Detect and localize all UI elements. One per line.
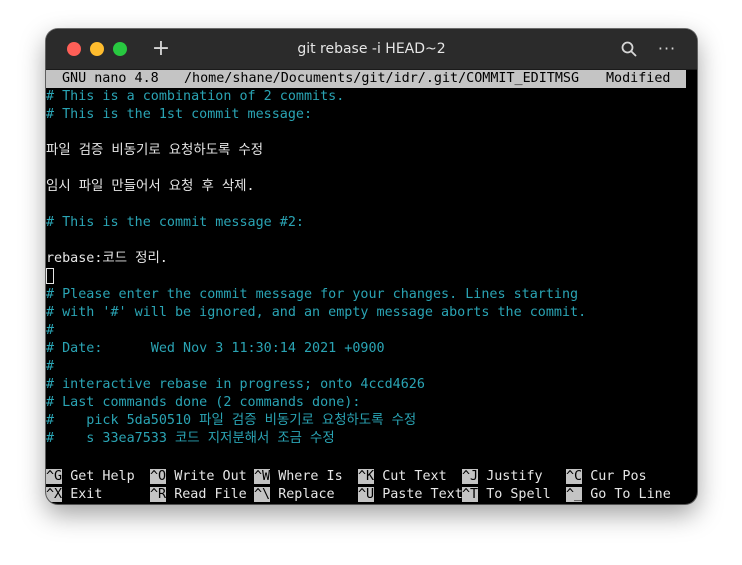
shortcut-key: ^\ — [254, 487, 271, 502]
shortcut-item[interactable]: ^J Justify — [462, 468, 543, 486]
shortcut-label: Get Help — [70, 469, 135, 484]
shortcut-label: Write Out — [174, 469, 247, 484]
shortcut-label: Cur Pos — [590, 469, 647, 484]
shortcut-label: Replace — [278, 487, 335, 502]
message-line: 파일 검증 비동기로 요청하도록 수정 — [46, 143, 264, 158]
comment-line: # interactive rebase in progress; onto 4… — [46, 377, 425, 392]
shortcut-item[interactable]: ^O Write Out — [150, 468, 247, 486]
nano-version: GNU nano 4.8 — [62, 71, 159, 86]
new-tab-button[interactable]: + — [151, 37, 171, 61]
nano-title-bar: GNU nano 4.8 /home/shane/Documents/git/i… — [46, 70, 686, 88]
comment-line: # — [46, 359, 55, 374]
shortcut-key: ^X — [46, 487, 63, 502]
shortcut-item[interactable]: ^K Cut Text — [358, 468, 447, 486]
shortcut-item[interactable]: ^X Exit — [46, 486, 102, 504]
shortcut-key: ^_ — [566, 487, 583, 502]
title-bar: + git rebase -i HEAD~2 ··· — [46, 29, 697, 70]
shortcut-key: ^K — [358, 469, 375, 484]
shortcut-item[interactable]: ^U Paste Text — [358, 486, 463, 504]
shortcut-key: ^W — [254, 469, 271, 484]
comment-line: # This is the 1st commit message: — [46, 107, 313, 122]
terminal-window: + git rebase -i HEAD~2 ··· GNU nano 4.8 … — [46, 29, 697, 504]
shortcut-label: Exit — [70, 487, 103, 502]
shortcut-item[interactable]: ^C Cur Pos — [566, 468, 647, 486]
menu-button[interactable]: ··· — [655, 38, 679, 60]
comment-line: # This is the commit message #2: — [46, 215, 304, 230]
comment-line: # — [46, 323, 55, 338]
shortcut-item[interactable]: ^W Where Is — [254, 468, 343, 486]
message-line: rebase:코드 정리. — [46, 251, 168, 266]
comment-line: # pick 5da50510 파일 검증 비동기로 요청하도록 수정 — [46, 413, 417, 428]
comment-line: # Date: Wed Nov 3 11:30:14 2021 +0900 — [46, 341, 385, 356]
maximize-window-button[interactable] — [113, 42, 127, 56]
shortcut-item[interactable]: ^T To Spell — [462, 486, 551, 504]
shortcut-label: Where Is — [278, 469, 343, 484]
modified-status: Modified — [606, 71, 671, 86]
text-cursor — [46, 268, 54, 284]
search-icon — [621, 41, 637, 57]
minimize-window-button[interactable] — [90, 42, 104, 56]
shortcut-key: ^U — [358, 487, 375, 502]
shortcut-key: ^R — [150, 487, 167, 502]
shortcut-label: Go To Line — [590, 487, 671, 502]
shortcut-key: ^C — [566, 469, 583, 484]
search-button[interactable] — [620, 40, 638, 58]
shortcut-label: Cut Text — [382, 469, 447, 484]
shortcut-key: ^G — [46, 469, 63, 484]
shortcut-item[interactable]: ^G Get Help — [46, 468, 135, 486]
shortcut-label: Paste Text — [382, 487, 463, 502]
close-window-button[interactable] — [67, 42, 81, 56]
shortcut-key: ^T — [462, 487, 479, 502]
shortcut-label: To Spell — [486, 487, 551, 502]
comment-line: # s 33ea7533 코드 지저분해서 조금 수정 — [46, 431, 335, 446]
shortcut-item[interactable]: ^R Read File — [150, 486, 247, 504]
message-line: 임시 파일 만들어서 요청 후 삭제. — [46, 179, 255, 194]
comment-line: # This is a combination of 2 commits. — [46, 89, 345, 104]
shortcut-key: ^J — [462, 469, 479, 484]
comment-line: # Please enter the commit message for yo… — [46, 287, 579, 302]
window-title: git rebase -i HEAD~2 — [297, 41, 446, 57]
shortcut-key: ^O — [150, 469, 167, 484]
shortcut-label: Read File — [174, 487, 247, 502]
comment-line: # with '#' will be ignored, and an empty… — [46, 305, 587, 320]
terminal-content[interactable]: GNU nano 4.8 /home/shane/Documents/git/i… — [46, 70, 697, 504]
shortcut-item[interactable]: ^\ Replace — [254, 486, 335, 504]
shortcut-label: Justify — [486, 469, 543, 484]
file-path: /home/shane/Documents/git/idr/.git/COMMI… — [184, 71, 580, 86]
comment-line: # Last commands done (2 commands done): — [46, 395, 361, 410]
shortcut-item[interactable]: ^_ Go To Line — [566, 486, 671, 504]
